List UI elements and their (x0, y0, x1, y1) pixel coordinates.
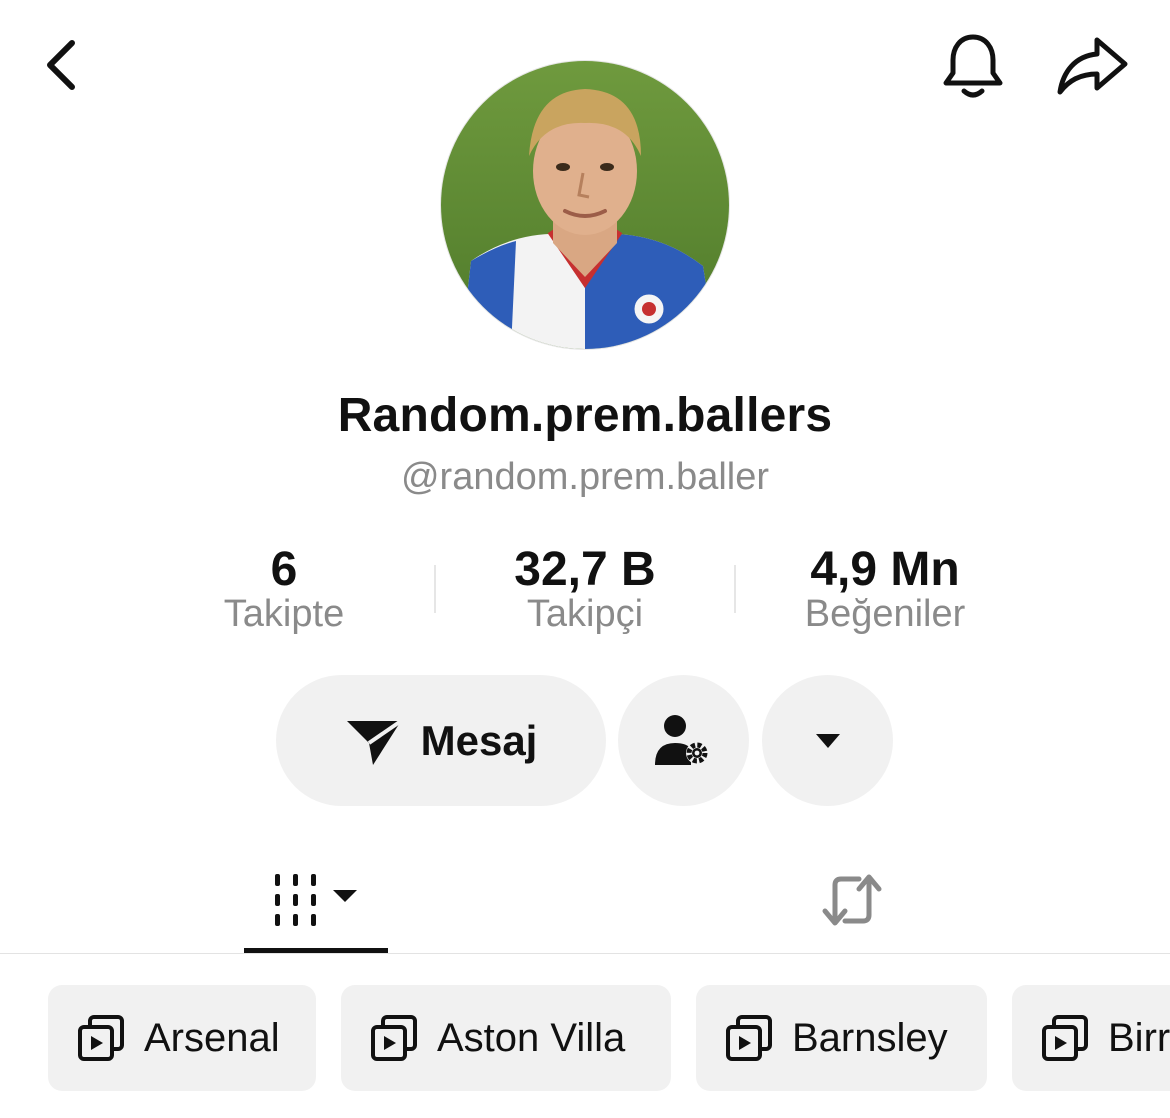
playlist-icon (78, 1015, 124, 1061)
stat-likes[interactable]: 4,9 Mn Beğeniler (735, 540, 1035, 634)
tab-reposts[interactable] (780, 850, 924, 950)
playlist-chip-aston-villa[interactable]: Aston Villa (341, 985, 671, 1091)
repost-icon (822, 874, 882, 926)
share-button[interactable] (1050, 28, 1134, 104)
playlist-icon (726, 1015, 772, 1061)
stat-following[interactable]: 6 Takipte (134, 540, 434, 634)
tab-videos[interactable] (244, 850, 388, 950)
stat-value: 6 (270, 543, 298, 596)
video-grid-icon (275, 874, 357, 926)
avatar[interactable] (441, 61, 729, 349)
stat-label: Takipçi (526, 593, 644, 635)
stat-value: 4,9 Mn (810, 543, 960, 596)
notifications-button[interactable] (935, 28, 1011, 104)
stat-value: 32,7 B (514, 543, 656, 596)
avatar-photo (441, 61, 729, 349)
playlist-chip-barnsley[interactable]: Barnsley (696, 985, 987, 1091)
caret-down-icon (815, 733, 840, 748)
stat-label: Takipte (223, 593, 345, 635)
tab-bar-border (0, 953, 1170, 954)
message-label: Mesaj (420, 716, 538, 764)
playlist-label: Birr (1108, 1015, 1170, 1060)
playlist-label: Aston Villa (437, 1015, 626, 1060)
user-settings-icon (654, 714, 708, 765)
chevron-left-icon (47, 40, 75, 90)
display-name: Random.prem.ballers (337, 389, 833, 442)
friend-settings-button[interactable] (618, 675, 749, 806)
playlist-chip-birmingham[interactable]: Birr (1012, 985, 1170, 1091)
back-button[interactable] (30, 30, 90, 100)
share-arrow-icon (1057, 37, 1128, 95)
stat-label: Beğeniler (804, 593, 966, 635)
username-handle: @random.prem.baller (400, 456, 770, 498)
message-button[interactable]: Mesaj (276, 675, 606, 806)
more-options-button[interactable] (762, 675, 893, 806)
stat-followers[interactable]: 32,7 B Takipçi (435, 540, 735, 634)
playlist-label: Arsenal (144, 1015, 280, 1060)
playlist-icon (1042, 1015, 1088, 1061)
playlist-icon (371, 1015, 417, 1061)
bell-icon (943, 34, 1003, 98)
send-icon (346, 718, 402, 765)
playlist-label: Barnsley (792, 1015, 948, 1060)
playlist-chip-arsenal[interactable]: Arsenal (48, 985, 316, 1091)
